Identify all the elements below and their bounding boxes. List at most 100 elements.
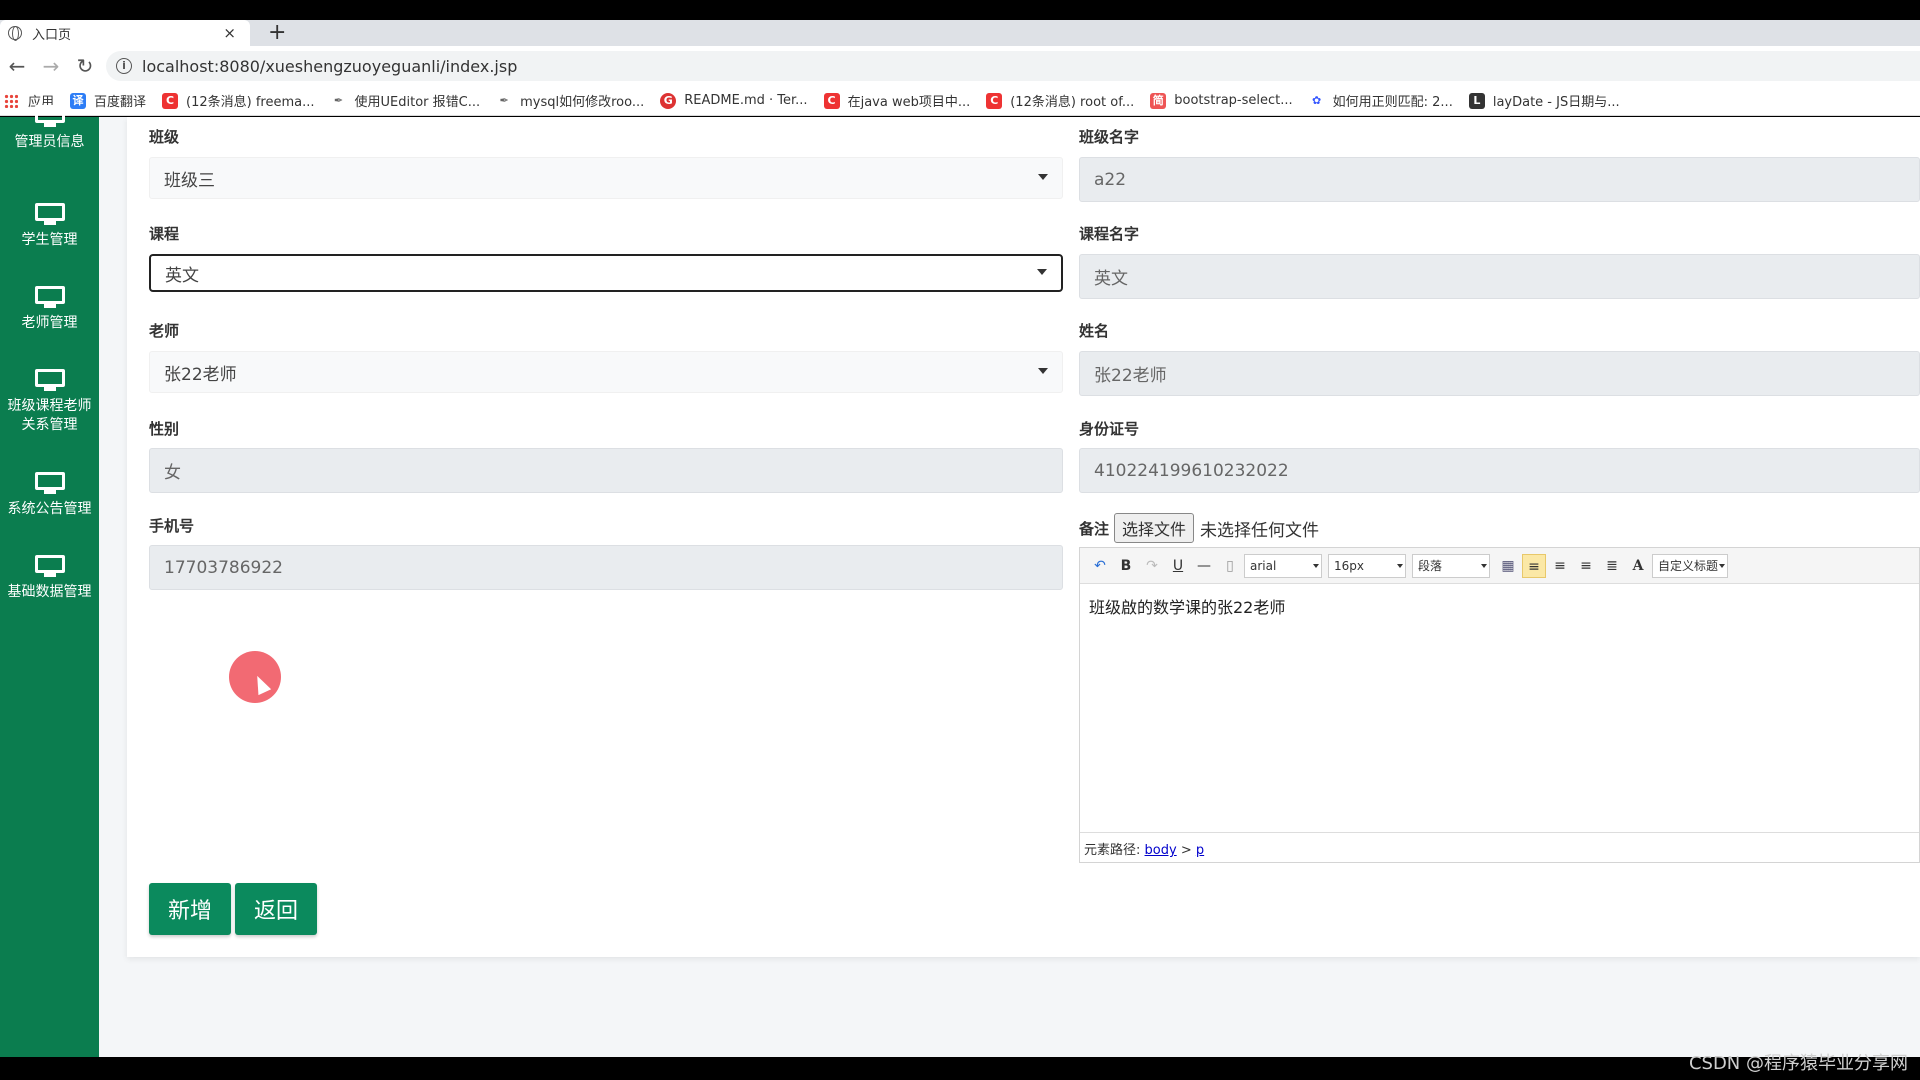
sidebar-item-teachers[interactable]: 老师管理 <box>0 286 99 333</box>
bookmark-label: 使用UEditor 报错C... <box>354 95 481 110</box>
sidebar-item-label: 班级课程老师关系管理 <box>7 398 92 433</box>
bookmark-item[interactable]: ✒ mysql如何修改roo... <box>496 91 645 111</box>
phone-field[interactable]: 17703786922 <box>149 545 1063 590</box>
monitor-icon <box>34 286 65 308</box>
reload-icon[interactable]: ↻ <box>68 54 102 78</box>
add-button[interactable]: 新增 <box>149 883 231 935</box>
bookmark-label: layDate - JS日期与... <box>1492 95 1620 110</box>
monitor-icon <box>34 105 65 127</box>
editor-content[interactable]: 班级啟的数学课的张22老师 <box>1080 584 1919 832</box>
custom-title-value: 自定义标题 <box>1658 559 1719 573</box>
csdn-icon: C <box>986 92 1003 109</box>
file-status: 未选择任何文件 <box>1200 520 1320 541</box>
font-color-icon[interactable]: A <box>1626 554 1650 578</box>
url-field[interactable]: i localhost:8080/xueshengzuoyeguanli/ind… <box>106 51 1920 81</box>
course-name-field[interactable]: 英文 <box>1079 254 1920 299</box>
watermark: CSDN @程序猿毕业分享网 <box>1688 1053 1908 1074</box>
bookmark-item[interactable]: ✒ 使用UEditor 报错C... <box>331 91 481 111</box>
csdn-icon: C <box>823 92 840 109</box>
bookmark-item[interactable]: C (12条消息) freema... <box>162 91 315 110</box>
name-label: 姓名 <box>1079 322 1110 340</box>
browser-tab[interactable]: 入口页 × <box>0 20 250 46</box>
bookmarks-bar: 应用 译百度翻译 C (12条消息) freema... ✒ 使用UEditor 报… <box>0 86 1920 116</box>
remark-label: 备注 <box>1079 519 1110 538</box>
course-select-value: 英文 <box>165 265 199 286</box>
bookmark-label: 如何用正则匹配: 2... <box>1332 95 1453 110</box>
bookmark-item[interactable]: LlayDate - JS日期与... <box>1468 91 1620 110</box>
bookmark-label: mysql如何修改roo... <box>520 95 645 110</box>
bookmark-label: 在java web项目中... <box>847 95 971 110</box>
rich-text-editor: ↶ B ↷ U — ▯ arial 16px 段落 ▦ ≡ ≡ ≡ ≣ A 自定… <box>1079 547 1920 863</box>
class-select[interactable]: 班级三 <box>149 157 1063 199</box>
globe-icon <box>8 26 22 41</box>
custom-title-select[interactable]: 自定义标题 <box>1652 553 1728 578</box>
form-panel: 班级 班级三 班级名字 a22 课程 英文 课程名字 英文 老师 张22老师 姓… <box>127 117 1920 957</box>
gender-field[interactable]: 女 <box>149 448 1063 493</box>
back-arrow-icon[interactable]: ← <box>0 54 34 78</box>
teacher-label: 老师 <box>149 322 180 340</box>
paragraph-select[interactable]: 段落 <box>1412 553 1490 578</box>
phone-label: 手机号 <box>149 517 195 535</box>
tab-title: 入口页 <box>32 27 72 43</box>
editor-toolbar: ↶ B ↷ U — ▯ arial 16px 段落 ▦ ≡ ≡ ≡ ≣ A 自定… <box>1080 548 1919 584</box>
sidebar-item-label: 系统公告管理 <box>7 501 92 517</box>
back-button[interactable]: 返回 <box>235 883 317 935</box>
undo-icon[interactable]: ↶ <box>1088 554 1112 578</box>
font-family-select[interactable]: arial <box>1244 553 1322 578</box>
editor-element-path: 元素路径: body > p <box>1080 832 1919 862</box>
sidebar-item-label: 学生管理 <box>21 232 78 248</box>
underline-icon[interactable]: U <box>1166 554 1190 578</box>
bookmark-item[interactable]: C (12条消息) root of... <box>986 91 1134 110</box>
close-tab-icon[interactable]: × <box>223 24 236 42</box>
course-label: 课程 <box>149 225 180 243</box>
sidebar-item-students[interactable]: 学生管理 <box>0 203 99 250</box>
class-label: 班级 <box>149 128 180 146</box>
choose-file-button[interactable]: 选择文件 <box>1114 513 1195 543</box>
class-name-field[interactable]: a22 <box>1079 157 1920 202</box>
bookmark-item[interactable]: G README.md · Ter... <box>660 92 808 109</box>
bold-icon[interactable]: B <box>1114 554 1138 578</box>
horizontal-rule-icon[interactable]: — <box>1192 554 1216 578</box>
monitor-icon <box>34 369 65 391</box>
sidebar-item-admin-info[interactable]: 管理员信息 <box>0 105 99 152</box>
bookmark-item[interactable]: C 在java web项目中... <box>823 91 971 110</box>
forward-arrow-icon[interactable]: → <box>34 54 68 78</box>
font-size-select[interactable]: 16px <box>1328 553 1406 578</box>
name-field[interactable]: 张22老师 <box>1079 351 1920 396</box>
align-justify-icon[interactable]: ≣ <box>1600 554 1624 578</box>
sidebar-item-class-course-teacher[interactable]: 班级课程老师关系管理 <box>0 369 99 435</box>
sidebar-item-label: 老师管理 <box>21 315 78 331</box>
align-left-icon[interactable]: ≡ <box>1522 553 1546 578</box>
course-select[interactable]: 英文 <box>149 254 1063 292</box>
table-icon[interactable]: ▦ <box>1496 554 1520 578</box>
sidebar-item-announcements[interactable]: 系统公告管理 <box>0 472 99 519</box>
bookmark-label: bootstrap-select... <box>1174 93 1293 108</box>
bookmark-item[interactable]: ✿ 如何用正则匹配: 2... <box>1309 91 1453 111</box>
element-path-label: 元素路径: <box>1084 843 1141 858</box>
info-icon[interactable]: i <box>116 58 132 74</box>
redo-icon[interactable]: ↷ <box>1140 554 1164 578</box>
page-icon[interactable]: ▯ <box>1218 554 1242 578</box>
teacher-select[interactable]: 张22老师 <box>149 351 1063 393</box>
csdn-icon: C <box>162 92 179 109</box>
font-family-value: arial <box>1250 558 1277 573</box>
path-p-link[interactable]: p <box>1196 843 1204 858</box>
screen: 入口页 × + ← → ↻ i localhost:8080/xueshengz… <box>0 0 1920 1080</box>
align-right-icon[interactable]: ≡ <box>1548 554 1572 578</box>
sidebar-item-base-data[interactable]: 基础数据管理 <box>0 555 99 602</box>
align-center-icon[interactable]: ≡ <box>1574 554 1598 578</box>
id-number-field[interactable]: 410224199610232022 <box>1079 448 1920 493</box>
new-tab-button[interactable]: + <box>268 20 286 46</box>
url-text: localhost:8080/xueshengzuoyeguanli/index… <box>142 56 518 76</box>
baidu-paw-icon: ✿ <box>1312 93 1322 107</box>
editor-paragraph: 班级啟的数学课的张22老师 <box>1089 598 1286 617</box>
bookmark-item[interactable]: 简 bootstrap-select... <box>1150 92 1293 109</box>
sidebar-item-label: 基础数据管理 <box>7 584 92 600</box>
class-name-label: 班级名字 <box>1079 128 1140 146</box>
path-separator: > <box>1180 843 1192 858</box>
teacher-select-value: 张22老师 <box>164 364 237 385</box>
app-area: 管理员信息 学生管理 老师管理 班级课程老师关系管理 系统公告管理 基础数据管理 <box>0 105 1920 1057</box>
id-number-label: 身份证号 <box>1079 420 1140 438</box>
paragraph-value: 段落 <box>1418 559 1443 573</box>
path-body-link[interactable]: body <box>1145 843 1177 858</box>
